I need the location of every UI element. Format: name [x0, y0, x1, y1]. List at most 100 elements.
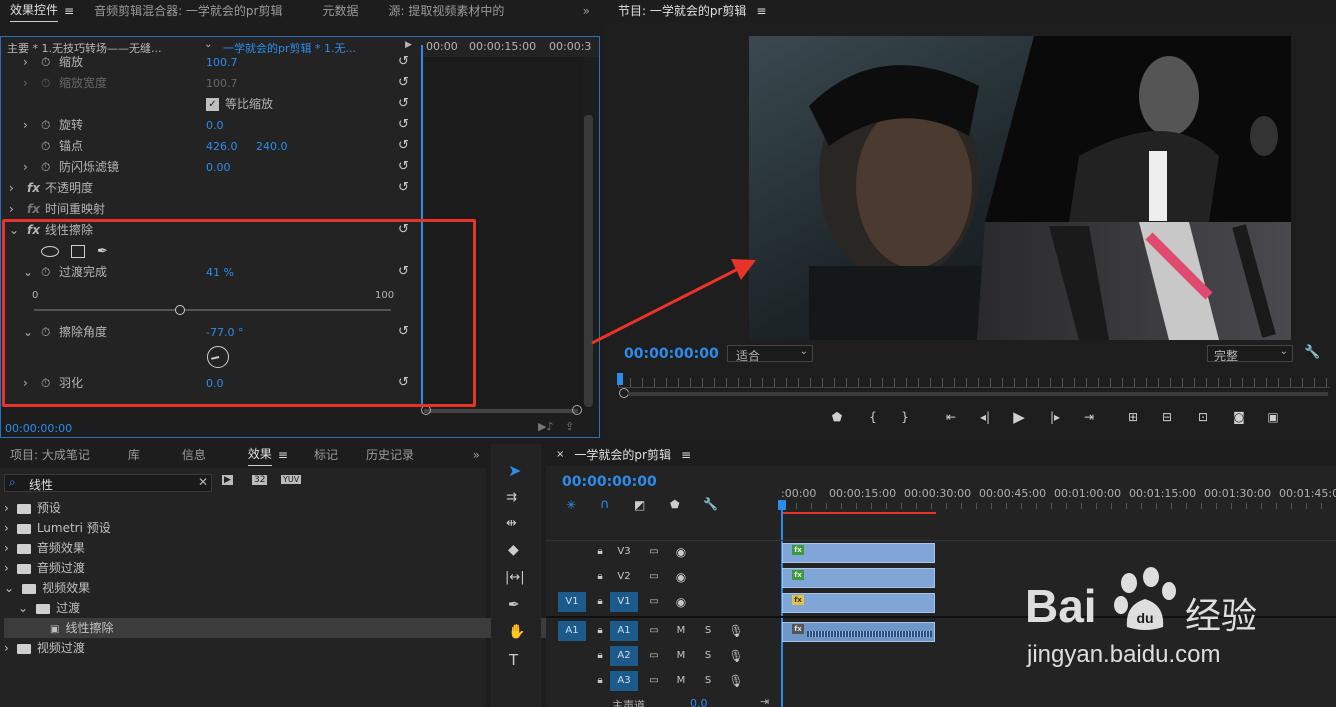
go-to-out-icon[interactable]: ⇥	[1078, 410, 1100, 424]
reset-icon[interactable]: ↺	[398, 160, 412, 174]
microphone-icon[interactable]: 🎙︎	[726, 646, 746, 666]
chevron-right-icon[interactable]: ›	[4, 641, 9, 655]
lock-icon[interactable]: 🔒︎	[590, 621, 610, 641]
tab-source[interactable]: 源: 提取视频素材中的	[379, 0, 515, 22]
lock-icon[interactable]: 🔒︎	[590, 671, 610, 691]
step-forward-icon[interactable]: |▸	[1044, 410, 1066, 424]
reset-icon[interactable]: ↺	[398, 139, 412, 153]
linked-selection-icon[interactable]: ◩	[634, 498, 645, 512]
mute-button[interactable]: M	[671, 621, 691, 641]
lock-icon[interactable]: 🔒︎	[590, 567, 610, 587]
sync-lock-icon[interactable]: ▭	[644, 646, 664, 666]
accelerated-effects-icon[interactable]: ▶	[222, 475, 233, 485]
reset-icon[interactable]: ↺	[398, 118, 412, 132]
snap-icon[interactable]: ∩	[600, 497, 610, 512]
add-marker-icon[interactable]: ⬟	[826, 410, 848, 424]
program-timecode[interactable]: 00:00:00:00	[624, 346, 719, 362]
timeline-playhead-head[interactable]	[778, 500, 786, 510]
nest-icon[interactable]: ✳	[566, 498, 576, 512]
track-v3-label[interactable]: V3	[614, 542, 634, 562]
reset-icon[interactable]: ↺	[398, 97, 412, 111]
microphone-icon[interactable]: 🎙︎	[726, 671, 746, 691]
menu-icon[interactable]: ≡	[681, 444, 691, 466]
chevron-right-icon[interactable]: ›	[4, 521, 9, 535]
step-back-icon[interactable]: ◂|	[974, 410, 996, 424]
mark-in-icon[interactable]: {	[862, 410, 884, 424]
razor-tool-icon[interactable]: ◆	[508, 542, 519, 558]
tab-audio-mixer[interactable]: 音频剪辑混合器: 一学就会的pr剪辑	[84, 0, 292, 22]
stopwatch-icon[interactable]: ⏱	[41, 52, 50, 73]
play-icon[interactable]: ▶	[1008, 408, 1030, 426]
timeline-timecode[interactable]: 00:00:00:00	[562, 474, 657, 490]
mute-button[interactable]: M	[671, 671, 691, 691]
chevron-right-icon[interactable]: ›	[23, 52, 28, 73]
lift-icon[interactable]: ⊞	[1122, 410, 1144, 424]
search-input[interactable]: 线性	[29, 476, 53, 493]
antiflicker-value[interactable]: 0.00	[206, 157, 231, 178]
rotation-value[interactable]: 0.0	[206, 115, 224, 136]
stopwatch-icon[interactable]: ⏱	[41, 136, 50, 157]
track-a1-label[interactable]: A1	[610, 621, 638, 641]
track-select-tool-icon[interactable]: ⇉	[506, 490, 517, 505]
extract-icon[interactable]: ⊟	[1156, 410, 1178, 424]
zoom-handle-right[interactable]	[572, 405, 582, 415]
tab-metadata[interactable]: 元数据	[313, 0, 369, 22]
mark-out-icon[interactable]: }	[894, 410, 916, 424]
master-track-value[interactable]: 0.0	[690, 697, 708, 707]
tab-project[interactable]: 项目: 大成笔记	[0, 444, 100, 466]
uniform-scale-checkbox[interactable]: ✓	[206, 98, 219, 111]
menu-icon[interactable]: ≡	[64, 0, 74, 22]
go-to-end-icon[interactable]: ⇥	[760, 695, 769, 707]
microphone-icon[interactable]: 🎙︎	[726, 621, 746, 641]
sync-lock-icon[interactable]: ▭	[644, 671, 664, 691]
source-patch-a1[interactable]: A1	[558, 621, 586, 641]
track-a2-label[interactable]: A2	[610, 646, 638, 666]
play-audio-icon[interactable]: ▶♪	[538, 420, 553, 433]
reset-icon[interactable]: ↺	[398, 181, 412, 195]
pen-tool-icon[interactable]: ✒	[508, 597, 520, 613]
fx-icon[interactable]: fx	[27, 178, 40, 199]
clip-a1[interactable]: fx	[782, 622, 935, 642]
solo-button[interactable]: S	[698, 646, 718, 666]
clear-search-icon[interactable]: ✕	[198, 475, 208, 489]
export-frame-icon[interactable]: ◙	[1228, 410, 1250, 424]
scale-value[interactable]: 100.7	[206, 52, 238, 73]
play-only-audio-icon[interactable]: ▶	[405, 40, 412, 50]
add-marker-icon[interactable]: ⬟	[670, 498, 680, 511]
chevron-right-icon[interactable]: ›	[4, 541, 9, 555]
quality-select[interactable]: 完整 ⌄	[1207, 345, 1293, 363]
timeline-ruler[interactable]: :00:00 00:00:15:00 00:00:30:00 00:00:45:…	[781, 484, 1336, 514]
close-icon[interactable]: ×	[556, 444, 564, 466]
clip-v1[interactable]: fx	[782, 593, 935, 613]
eye-icon[interactable]: ◉	[671, 567, 691, 587]
comparison-view-icon[interactable]: ⊡	[1192, 410, 1214, 424]
reset-icon[interactable]: ↺	[398, 55, 412, 69]
menu-icon[interactable]: ≡	[756, 0, 766, 22]
solo-button[interactable]: S	[698, 671, 718, 691]
fit-select[interactable]: 适合 ⌄	[727, 345, 813, 363]
tab-timeline[interactable]: × 一学就会的pr剪辑 ≡	[546, 444, 701, 466]
chevron-down-icon[interactable]: ⌄	[4, 581, 14, 595]
chevron-down-icon[interactable]: ⌄	[204, 39, 212, 50]
chevron-right-icon[interactable]: ›	[9, 199, 14, 220]
clip-v3[interactable]: fx	[782, 543, 935, 563]
go-to-in-icon[interactable]: ⇤	[940, 410, 962, 424]
tab-markers[interactable]: 标记	[304, 444, 348, 466]
sync-lock-icon[interactable]: ▭	[644, 542, 664, 562]
anchor-x-value[interactable]: 426.0	[206, 136, 238, 157]
tab-effects[interactable]: 效果 ≡	[238, 444, 298, 466]
lock-icon[interactable]: 🔒︎	[590, 542, 610, 562]
sync-lock-icon[interactable]: ▭	[644, 592, 664, 612]
timeline-settings-icon[interactable]: 🔧	[703, 497, 718, 511]
eye-icon[interactable]: ◉	[671, 542, 691, 562]
track-v2-label[interactable]: V2	[614, 567, 634, 587]
clip-v2[interactable]: fx	[782, 568, 935, 588]
tab-history[interactable]: 历史记录	[356, 444, 424, 466]
chevron-down-icon[interactable]: ⌄	[18, 601, 28, 615]
program-playhead[interactable]	[617, 373, 623, 385]
sync-lock-icon[interactable]: ▭	[644, 621, 664, 641]
chevron-right-icon[interactable]: ›	[4, 561, 9, 575]
anchor-y-value[interactable]: 240.0	[256, 136, 288, 157]
tab-library[interactable]: 库	[118, 444, 150, 466]
export-icon[interactable]: ⇪	[565, 420, 574, 433]
